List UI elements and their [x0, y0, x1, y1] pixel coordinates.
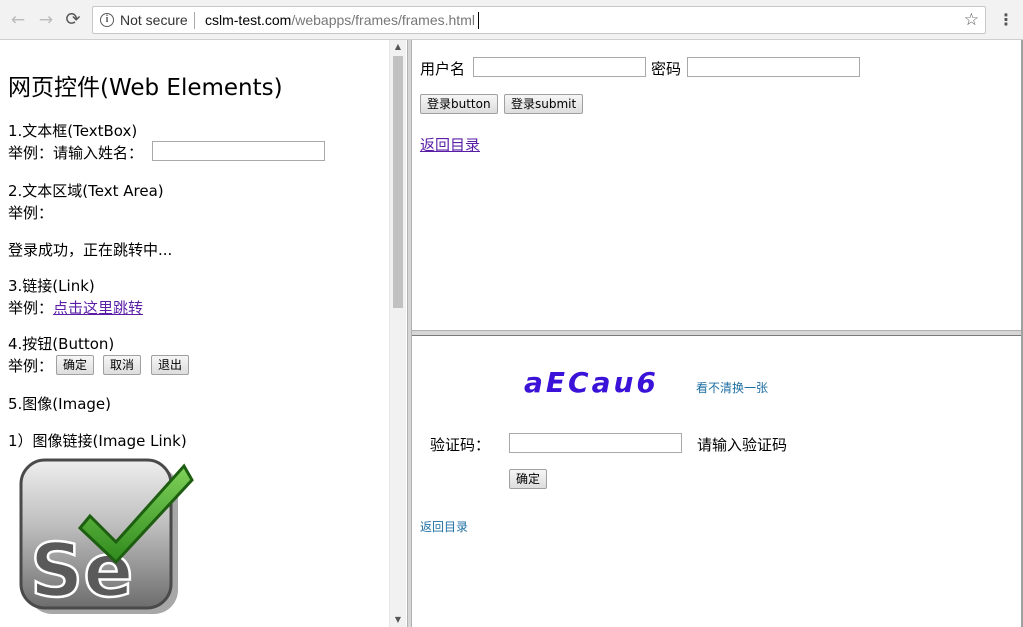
bookmark-star-icon[interactable]: ☆ [964, 10, 979, 30]
captcha-back-link[interactable]: 返回目录 [420, 518, 468, 535]
exit-button[interactable]: 退出 [151, 355, 190, 375]
confirm-button[interactable]: 确定 [56, 355, 95, 375]
menu-dots-icon[interactable]: ⋮ [998, 10, 1014, 30]
scroll-down-icon[interactable]: ▼ [390, 613, 406, 627]
security-label[interactable]: Not secure [120, 12, 188, 28]
back-button[interactable]: ← [8, 10, 28, 30]
captcha-image: aECau6 [524, 366, 659, 399]
link-example-row: 举例：点击这里跳转 [8, 297, 143, 318]
url-host: cslm-test.com [205, 12, 292, 28]
textbox-example-label: 举例：请输入姓名： [8, 144, 144, 162]
login-submit-button[interactable]: 登录submit [504, 94, 584, 114]
image-section-heading: 5.图像(Image) [8, 395, 111, 413]
link-example-label: 举例： [8, 299, 54, 317]
cancel-button[interactable]: 取消 [103, 355, 142, 375]
address-bar[interactable]: i Not secure cslm-test.com/webapps/frame… [92, 6, 986, 34]
arrow-right-icon: → [38, 10, 54, 30]
captcha-label: 验证码： [430, 436, 491, 454]
forward-button[interactable]: → [36, 10, 56, 30]
captcha-hint: 请输入验证码 [697, 436, 788, 454]
arrow-left-icon: ← [10, 10, 26, 30]
address-separator [194, 12, 195, 29]
captcha-input[interactable] [509, 433, 682, 453]
button-example-label: 举例： [8, 357, 54, 375]
textarea-example-label: 举例： [8, 204, 54, 222]
jump-link[interactable]: 点击这里跳转 [53, 299, 143, 317]
browser-toolbar: ← → ⟳ i Not secure cslm-test.com/webapps… [0, 0, 1023, 40]
button-section-heading: 4.按钮(Button) [8, 335, 115, 353]
password-input[interactable] [687, 57, 860, 77]
left-frame-scrollbar[interactable]: ▲ ▼ [389, 40, 406, 627]
name-input[interactable] [152, 141, 325, 161]
url-text[interactable]: cslm-test.com/webapps/frames/frames.html [205, 12, 475, 28]
login-status-text: 登录成功，正在跳转中... [8, 241, 173, 259]
reload-icon: ⟳ [65, 9, 81, 30]
username-input[interactable] [473, 57, 646, 77]
username-label: 用户名 [420, 60, 466, 78]
page-title: 网页控件(Web Elements) [8, 75, 283, 101]
scroll-thumb[interactable] [393, 56, 403, 308]
textarea-section-heading: 2.文本区域(Text Area) [8, 182, 164, 200]
captcha-frame: aECau6 看不清换一张 验证码： 请输入验证码 确定 返回目录 [412, 336, 1023, 627]
login-frame: 用户名 密码 登录button 登录submit 返回目录 [412, 40, 1023, 330]
link-section-heading: 3.链接(Link) [8, 277, 95, 295]
captcha-confirm-button[interactable]: 确定 [509, 469, 548, 489]
login-button[interactable]: 登录button [420, 94, 498, 114]
password-label: 密码 [651, 60, 682, 78]
url-path: /webapps/frames/frames.html [291, 12, 475, 28]
scroll-up-icon[interactable]: ▲ [390, 40, 406, 54]
left-frame: 网页控件(Web Elements) 1.文本框(TextBox) 举例：请输入… [0, 40, 407, 627]
refresh-captcha-link[interactable]: 看不清换一张 [696, 379, 768, 396]
reload-button[interactable]: ⟳ [63, 10, 83, 30]
textbox-section-heading: 1.文本框(TextBox) [8, 122, 138, 140]
text-caret [478, 12, 479, 29]
selenium-logo-link[interactable]: Se [18, 458, 208, 618]
image-link-section-heading: 1）图像链接(Image Link) [8, 432, 187, 450]
back-to-index-link[interactable]: 返回目录 [420, 134, 480, 155]
info-icon[interactable]: i [100, 13, 114, 27]
